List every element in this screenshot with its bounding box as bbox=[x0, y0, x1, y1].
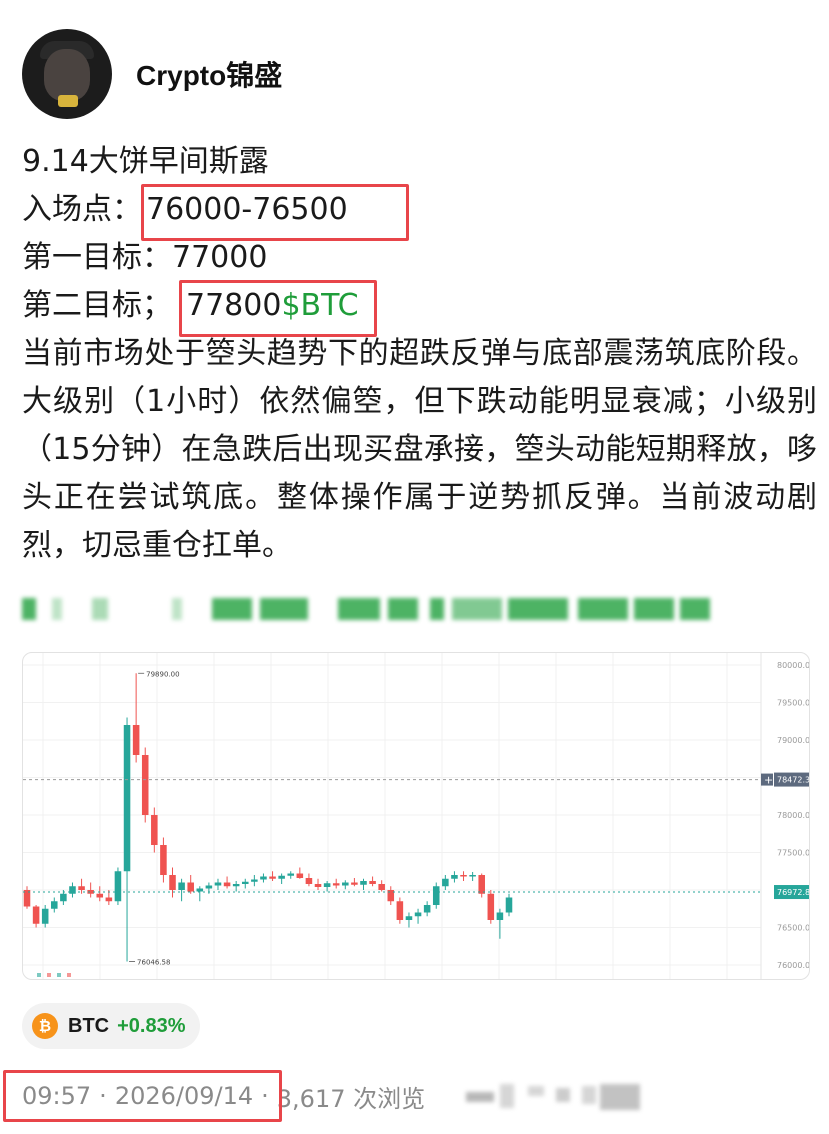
candle-body bbox=[105, 897, 113, 902]
candle-body bbox=[160, 845, 167, 875]
coin-ticker-chip[interactable]: ₿ BTC +0.83% bbox=[22, 1003, 200, 1049]
candle-body bbox=[323, 883, 331, 887]
target2-highlight-box bbox=[179, 280, 377, 337]
y-axis-tick-label: 77500.00 bbox=[777, 849, 810, 858]
candle-body bbox=[469, 875, 476, 877]
candle-body bbox=[505, 897, 513, 913]
candle-body bbox=[132, 725, 140, 755]
candle-body bbox=[41, 908, 49, 924]
volume-tick bbox=[47, 973, 51, 977]
candle-body bbox=[342, 882, 349, 886]
candle-body bbox=[214, 882, 222, 886]
candle-body bbox=[141, 755, 149, 815]
candle-body bbox=[114, 871, 122, 902]
candle-body bbox=[405, 916, 413, 920]
candle-body bbox=[78, 886, 85, 890]
candle-body bbox=[260, 876, 267, 880]
candle-body bbox=[278, 875, 285, 879]
y-axis-labels: 80000.0079500.0079000.0078500.0078000.00… bbox=[777, 661, 810, 970]
y-axis-tick-label: 79500.00 bbox=[777, 699, 810, 708]
target1-label: 第一目标： bbox=[22, 240, 172, 275]
volume-tick bbox=[57, 973, 61, 977]
candle-body bbox=[378, 884, 385, 890]
candle-body bbox=[414, 912, 422, 917]
candle-body bbox=[251, 879, 258, 882]
blurred-meta-text bbox=[466, 1082, 646, 1112]
bitcoin-icon: ₿ bbox=[32, 1013, 58, 1039]
candle-body bbox=[396, 901, 404, 920]
candle-body bbox=[423, 905, 431, 913]
candle-body bbox=[451, 875, 458, 879]
candle-body bbox=[369, 881, 376, 884]
candle-body bbox=[305, 878, 313, 884]
y-axis-tick-label: 79000.00 bbox=[777, 736, 810, 745]
candle-body bbox=[442, 878, 449, 887]
candle-body bbox=[314, 884, 322, 887]
candle-body bbox=[269, 876, 276, 879]
candle-body bbox=[69, 886, 76, 894]
btc-price-chart[interactable]: 80000.0079500.0079000.0078500.0078000.00… bbox=[22, 652, 810, 980]
chart-grid bbox=[23, 653, 762, 979]
candle-body bbox=[123, 725, 131, 872]
candle-body bbox=[169, 875, 176, 890]
candle-body bbox=[51, 901, 58, 909]
target2-line: 第二目标； 77800$BTC bbox=[22, 282, 817, 330]
candle-body bbox=[205, 885, 213, 889]
entry-highlight-box bbox=[141, 184, 409, 241]
coin-change: +0.83% bbox=[117, 1014, 186, 1037]
candle-body bbox=[478, 875, 485, 894]
timestamp-highlight-box bbox=[3, 1070, 282, 1122]
y-axis-tick-label: 78000.00 bbox=[777, 811, 810, 820]
candle-body bbox=[296, 873, 304, 878]
volume-tick bbox=[67, 973, 71, 977]
candle-body bbox=[232, 884, 240, 887]
coin-symbol: BTC bbox=[68, 1014, 110, 1037]
high-price-label: 79890.00 bbox=[146, 670, 179, 678]
post-header: Crypto锦盛 bbox=[22, 28, 282, 120]
candle-body bbox=[460, 875, 467, 877]
candles-layer bbox=[23, 673, 513, 939]
avatar-face-shape bbox=[44, 49, 90, 101]
target1-line: 第一目标：77000 bbox=[22, 234, 817, 282]
candle-body bbox=[487, 893, 495, 920]
crosshair-price-label: 78472.36 bbox=[777, 776, 810, 785]
volume-tick bbox=[37, 973, 41, 977]
y-axis-tick-label: 80000.00 bbox=[777, 661, 810, 670]
candle-body bbox=[96, 893, 104, 898]
view-count: 3,617 次浏览 bbox=[276, 1084, 426, 1113]
candle-body bbox=[496, 912, 504, 920]
candle-body bbox=[32, 906, 40, 924]
candle-body bbox=[60, 893, 67, 902]
candle-body bbox=[287, 873, 295, 876]
post-title: 9.14大饼早间斯露 bbox=[22, 144, 269, 179]
candle-body bbox=[332, 883, 340, 886]
candle-body bbox=[178, 882, 185, 890]
target2-label: 第二目标； bbox=[22, 288, 172, 323]
last-price-label: 76972.88 bbox=[777, 888, 810, 897]
candle-body bbox=[223, 882, 231, 887]
avatar-chain-shape bbox=[58, 95, 78, 107]
crosshair-plus-glyph: + bbox=[764, 774, 773, 787]
blurred-promo-text bbox=[22, 592, 712, 626]
candle-body bbox=[196, 888, 204, 892]
candle-body bbox=[351, 882, 358, 885]
y-axis-tick-label: 76000.00 bbox=[777, 961, 810, 970]
candle-body bbox=[151, 815, 158, 845]
entry-label: 入场点： bbox=[22, 192, 142, 227]
candle-body bbox=[432, 886, 440, 905]
author-name[interactable]: Crypto锦盛 bbox=[136, 54, 282, 94]
candle-body bbox=[360, 881, 367, 885]
post-analysis-text: 当前市场处于箜头趋势下的超跌反弹与底部震荡筑底阶段。大级别（1小时）依然偏箜，但… bbox=[22, 336, 817, 563]
candle-body bbox=[187, 882, 194, 892]
chart-markers: +78472.36 76972.88 79890.00 76046.58 bbox=[23, 670, 810, 977]
low-price-label: 76046.58 bbox=[137, 959, 170, 967]
candle-body bbox=[241, 881, 249, 884]
author-avatar[interactable] bbox=[22, 29, 112, 119]
candlestick-chart-svg: 80000.0079500.0079000.0078500.0078000.00… bbox=[23, 653, 810, 979]
y-axis-tick-label: 76500.00 bbox=[777, 924, 810, 933]
target1-value: 77000 bbox=[172, 240, 268, 275]
